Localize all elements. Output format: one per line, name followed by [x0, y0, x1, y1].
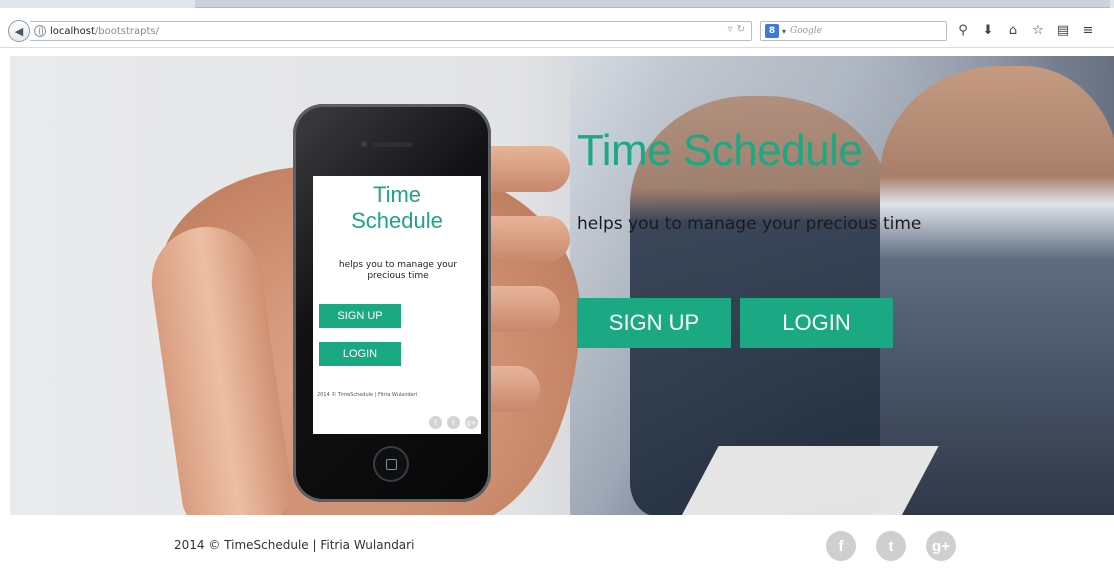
- hero-title: Time Schedule: [577, 126, 863, 175]
- magnifier-icon[interactable]: ⚲: [955, 21, 971, 39]
- url-host: localhost: [50, 25, 95, 37]
- search-engine-caret-icon[interactable]: ▾: [782, 27, 786, 36]
- url-bar[interactable]: localhost /bootstrapts/ ▿ ↻: [30, 21, 752, 41]
- reload-icon[interactable]: ↻: [737, 24, 745, 35]
- twitter-icon: t: [447, 416, 460, 429]
- phone-signup-button: SIGN UP: [319, 304, 401, 328]
- document-paper: [681, 446, 939, 515]
- phone-title-line1: Time: [372, 182, 422, 207]
- search-placeholder: Google: [790, 26, 823, 36]
- menu-icon[interactable]: ≡: [1080, 21, 1096, 39]
- search-engine-icon[interactable]: 8: [765, 24, 779, 38]
- phone-home-button: [373, 446, 409, 482]
- search-bar[interactable]: 8 ▾ Google: [760, 21, 947, 41]
- phone-login-button: LOGIN: [319, 342, 401, 366]
- phone-tagline: helps you to manage your precious time: [338, 260, 458, 281]
- download-icon[interactable]: ⬇: [980, 21, 996, 39]
- reader-icon[interactable]: ▤: [1055, 21, 1071, 39]
- toolbar-icons: ⚲ ⬇ ⌂ ☆ ▤ ≡: [955, 21, 1096, 39]
- home-square-icon: [385, 458, 397, 470]
- google-plus-icon[interactable]: g+: [926, 531, 956, 561]
- facebook-icon[interactable]: f: [826, 531, 856, 561]
- signup-button[interactable]: SIGN UP: [577, 298, 731, 348]
- globe-icon: [34, 25, 46, 37]
- phone-footer: 2014 © TimeSchedule | Fitria Wulandari: [317, 392, 418, 398]
- phone-title: Time Schedule: [313, 182, 481, 234]
- phone-camera: [361, 141, 367, 147]
- url-path: /bootstrapts/: [94, 25, 159, 37]
- home-icon[interactable]: ⌂: [1005, 21, 1021, 39]
- footer-copyright: 2014 © TimeSchedule | Fitria Wulandari: [174, 538, 415, 552]
- phone-screen: Time Schedule helps you to manage your p…: [313, 176, 481, 434]
- star-icon[interactable]: ☆: [1030, 21, 1046, 39]
- phone-title-line2: Schedule: [351, 208, 443, 233]
- hero-tagline: helps you to manage your precious time: [577, 214, 922, 234]
- google-plus-icon: g+: [465, 416, 478, 429]
- footer: 2014 © TimeSchedule | Fitria Wulandari f…: [0, 515, 1114, 571]
- login-button[interactable]: LOGIN: [740, 298, 893, 348]
- url-bar-actions: ▿ ↻: [728, 24, 745, 35]
- browser-tab-strip[interactable]: [195, 0, 1110, 8]
- twitter-icon[interactable]: t: [876, 531, 906, 561]
- history-dropdown-icon[interactable]: ▿: [728, 24, 733, 35]
- facebook-icon: f: [429, 416, 442, 429]
- hero-section: Time Schedule helps you to manage your p…: [10, 56, 1114, 515]
- back-arrow-icon[interactable]: ◀: [8, 20, 30, 42]
- phone-mockup: Time Schedule helps you to manage your p…: [293, 104, 491, 502]
- phone-speaker: [371, 142, 413, 147]
